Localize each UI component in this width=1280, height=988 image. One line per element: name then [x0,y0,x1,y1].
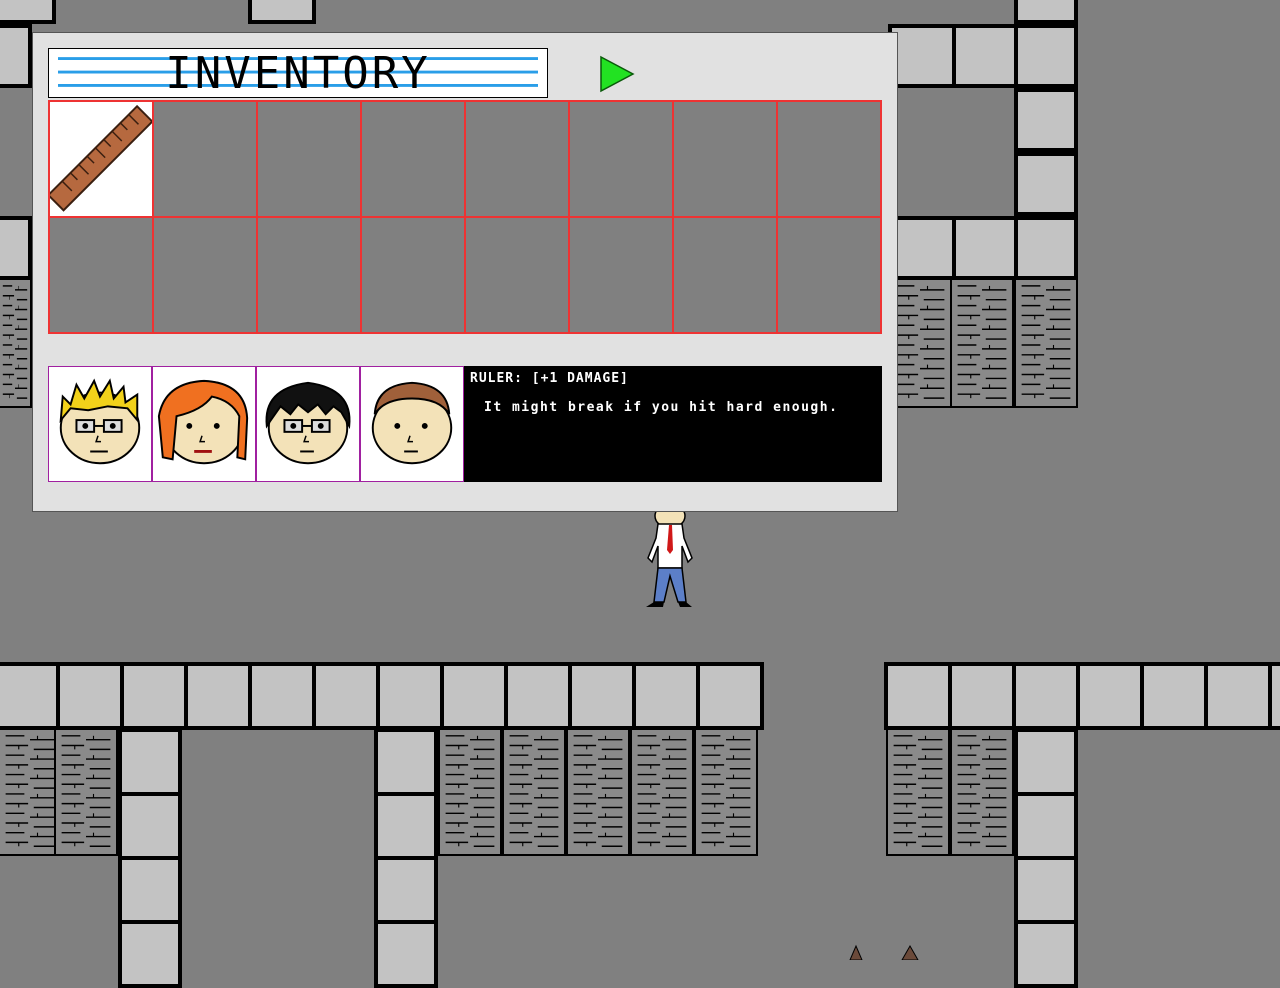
party-portraits [48,366,464,482]
wall-block [0,24,32,88]
brick-wall [630,728,694,856]
wall-block [120,662,188,730]
wall-block [696,662,764,730]
wall-block [118,920,182,988]
wall-block [0,0,56,24]
wall-block [374,728,438,796]
ruler-icon [50,102,152,216]
enemy-ears [840,944,930,961]
portrait-redhead-girl[interactable] [152,366,256,482]
inventory-slot-empty[interactable] [257,217,361,333]
inventory-slot-empty[interactable] [673,101,777,217]
inventory-slot-empty[interactable] [569,101,673,217]
inventory-slot-empty[interactable] [777,101,881,217]
inventory-grid [48,100,882,334]
brick-wall [54,728,118,856]
wall-block [504,662,572,730]
wall-block [374,920,438,988]
wall-block [248,662,316,730]
portrait-brown-hair-boy[interactable] [360,366,464,482]
brick-wall [950,278,1014,408]
brick-wall [694,728,758,856]
wall-block [118,856,182,924]
wall-block [1014,920,1078,988]
brick-wall [0,728,62,856]
portrait-blond-boy[interactable] [48,366,152,482]
wall-block [884,662,952,730]
wall-block [312,662,380,730]
wall-block [1268,662,1280,730]
inventory-slot-empty[interactable] [361,101,465,217]
wall-block [1014,0,1078,24]
inventory-slot-ruler[interactable] [49,101,153,217]
wall-block [952,24,1020,88]
wall-block [440,662,508,730]
inventory-slot-empty[interactable] [673,217,777,333]
wall-block [374,792,438,860]
brick-wall [566,728,630,856]
inventory-panel: INVENTORY RULER: [+1 DAMAGE] It might br… [32,32,898,512]
inventory-slot-empty[interactable] [153,217,257,333]
wall-block [1140,662,1208,730]
wall-block [948,662,1016,730]
wall-block [1014,24,1078,88]
wall-block [568,662,636,730]
portrait-black-hair-boy[interactable] [256,366,360,482]
wall-block [1014,728,1078,796]
wall-block [888,216,956,280]
brick-wall [1014,278,1078,408]
wall-block [248,0,316,24]
inventory-slot-empty[interactable] [465,217,569,333]
wall-block [0,662,60,730]
wall-block [952,216,1020,280]
wall-block [118,792,182,860]
wall-block [1014,88,1078,152]
inventory-slot-empty[interactable] [153,101,257,217]
player-character [636,503,708,610]
wall-block [1204,662,1272,730]
inventory-slot-empty[interactable] [569,217,673,333]
wall-block [0,216,32,280]
wall-block [118,728,182,796]
brick-wall [502,728,566,856]
item-description-title: RULER: [+1 DAMAGE] [470,371,629,386]
wall-block [376,662,444,730]
brick-wall [0,278,32,408]
inventory-slot-empty[interactable] [257,101,361,217]
play-icon[interactable] [599,55,635,93]
wall-block [632,662,700,730]
wall-block [1014,792,1078,860]
wall-block [1014,216,1078,280]
wall-block [888,24,956,88]
inventory-title: INVENTORY [165,48,431,98]
wall-block [374,856,438,924]
wall-block [1012,662,1080,730]
item-description-box: RULER: [+1 DAMAGE] It might break if you… [464,366,882,482]
wall-block [1014,152,1078,216]
brick-wall [886,728,950,856]
inventory-title-banner: INVENTORY [48,48,548,98]
inventory-slot-empty[interactable] [465,101,569,217]
wall-block [184,662,252,730]
item-description-text: It might break if you hit hard enough. [484,400,839,415]
inventory-slot-empty[interactable] [777,217,881,333]
inventory-slot-empty[interactable] [361,217,465,333]
brick-wall [950,728,1014,856]
wall-block [1014,856,1078,924]
inventory-slot-empty[interactable] [49,217,153,333]
brick-wall [438,728,502,856]
wall-block [56,662,124,730]
wall-block [1076,662,1144,730]
